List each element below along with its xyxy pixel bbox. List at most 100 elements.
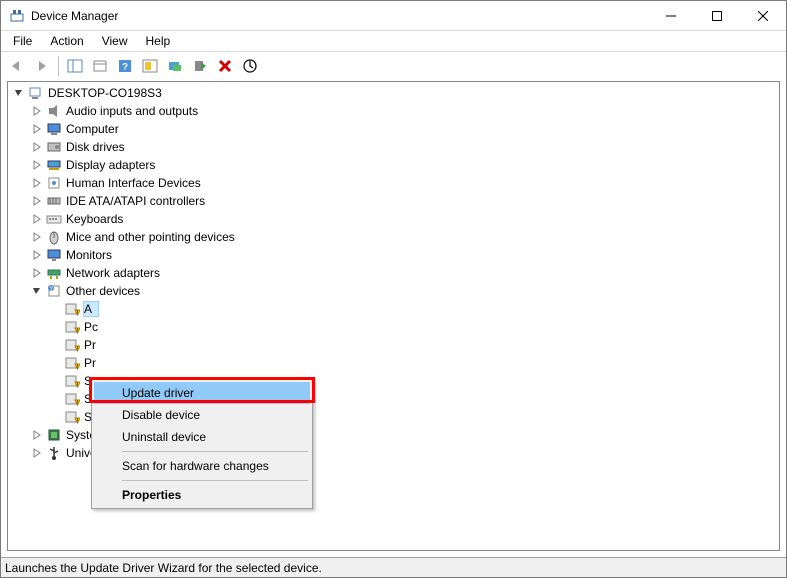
menu-file[interactable]: File: [5, 33, 40, 49]
scan-hardware-icon: [142, 59, 158, 73]
unknown-device-icon: !: [64, 355, 80, 371]
unknown-device-icon: !: [64, 337, 80, 353]
tree-category-label: Display adapters: [66, 158, 161, 172]
unknown-device-icon: !: [64, 319, 80, 335]
no-expander: [48, 410, 62, 424]
device-manager-app-icon: [9, 8, 25, 24]
titlebar: Device Manager: [1, 1, 786, 31]
tree-category[interactable]: IDE ATA/ATAPI controllers: [8, 192, 779, 210]
audio-icon: [46, 103, 62, 119]
tree-category[interactable]: Human Interface Devices: [8, 174, 779, 192]
no-expander: [48, 392, 62, 406]
chevron-right-icon[interactable]: [30, 248, 44, 262]
uninstall-button[interactable]: [213, 54, 237, 78]
close-button[interactable]: [740, 1, 786, 31]
no-expander: [48, 302, 62, 316]
show-hide-tree-button[interactable]: [63, 54, 87, 78]
tree-device-label: A: [84, 302, 98, 316]
tree-category[interactable]: Mice and other pointing devices: [8, 228, 779, 246]
tree-category-label: Disk drives: [66, 140, 131, 154]
show-hide-console-tree-icon: [67, 59, 83, 73]
chevron-right-icon[interactable]: [30, 158, 44, 172]
unknown-device-icon: !: [64, 391, 80, 407]
minimize-button[interactable]: [648, 1, 694, 31]
network-icon: [46, 265, 62, 281]
ide-icon: [46, 193, 62, 209]
window-title: Device Manager: [31, 9, 648, 23]
system-icon: [46, 427, 62, 443]
no-expander: [48, 356, 62, 370]
tree-device[interactable]: ! Pr: [8, 336, 779, 354]
context-menu-disable-device[interactable]: Disable device: [94, 404, 310, 426]
chevron-down-icon[interactable]: [30, 284, 44, 298]
tree-category[interactable]: Computer: [8, 120, 779, 138]
context-menu-update-driver[interactable]: Update driver: [94, 382, 310, 404]
properties-button[interactable]: [88, 54, 112, 78]
chevron-right-icon[interactable]: [30, 194, 44, 208]
tree-category[interactable]: Audio inputs and outputs: [8, 102, 779, 120]
maximize-button[interactable]: [694, 1, 740, 31]
computer-icon: [46, 121, 62, 137]
context-menu-scan-hardware[interactable]: Scan for hardware changes: [94, 455, 310, 477]
chevron-right-icon[interactable]: [30, 104, 44, 118]
chevron-right-icon[interactable]: [30, 212, 44, 226]
statusbar: Launches the Update Driver Wizard for th…: [1, 557, 786, 577]
chevron-right-icon[interactable]: [30, 176, 44, 190]
tree-category-label: Audio inputs and outputs: [66, 104, 204, 118]
tree-category[interactable]: Keyboards: [8, 210, 779, 228]
svg-text:?: ?: [122, 62, 128, 73]
scan-action-button[interactable]: [238, 54, 262, 78]
display-adapter-icon: [46, 157, 62, 173]
chevron-right-icon[interactable]: [30, 230, 44, 244]
tree-device[interactable]: !A: [8, 300, 779, 318]
menu-view[interactable]: View: [94, 33, 136, 49]
forward-icon: [34, 59, 50, 73]
chevron-right-icon[interactable]: [30, 122, 44, 136]
update-driver-button[interactable]: [163, 54, 187, 78]
keyboard-icon: [46, 211, 62, 227]
tree-device-label: Pr: [84, 338, 102, 352]
chevron-right-icon[interactable]: [30, 266, 44, 280]
tree-category-label: IDE ATA/ATAPI controllers: [66, 194, 211, 208]
tree-category[interactable]: Network adapters: [8, 264, 779, 282]
chevron-right-icon[interactable]: [30, 140, 44, 154]
enable-device-button[interactable]: [188, 54, 212, 78]
tree-category[interactable]: ?Other devices: [8, 282, 779, 300]
tree-category-label: Mice and other pointing devices: [66, 230, 241, 244]
usb-icon: [46, 445, 62, 461]
chevron-down-icon[interactable]: [12, 86, 26, 100]
tree-category-label: Human Interface Devices: [66, 176, 207, 190]
help-icon: ?: [117, 58, 133, 74]
tree-root[interactable]: DESKTOP-CO198S3: [8, 84, 779, 102]
no-expander: [48, 320, 62, 334]
hid-icon: [46, 175, 62, 191]
tree-device[interactable]: ! Pr: [8, 354, 779, 372]
help-button[interactable]: ?: [113, 54, 137, 78]
tree-category-label: Network adapters: [66, 266, 166, 280]
tree-category-label: Keyboards: [66, 212, 129, 226]
toolbar-separator: [58, 56, 59, 76]
context-menu-properties[interactable]: Properties: [94, 484, 310, 506]
status-text: Launches the Update Driver Wizard for th…: [5, 561, 322, 575]
menu-action[interactable]: Action: [42, 33, 91, 49]
no-expander: [48, 374, 62, 388]
tree-category[interactable]: Monitors: [8, 246, 779, 264]
tree-device[interactable]: !Pc: [8, 318, 779, 336]
menu-help[interactable]: Help: [138, 33, 179, 49]
tree-category[interactable]: Disk drives: [8, 138, 779, 156]
back-button[interactable]: [5, 54, 29, 78]
chevron-right-icon[interactable]: [30, 428, 44, 442]
context-menu-separator: [122, 480, 308, 481]
context-menu-uninstall-device[interactable]: Uninstall device: [94, 426, 310, 448]
toolbar: ?: [1, 51, 786, 79]
uninstall-icon: [218, 59, 232, 73]
chevron-right-icon[interactable]: [30, 446, 44, 460]
tree-device-label: Pr: [84, 356, 102, 370]
unknown-device-icon: !: [64, 373, 80, 389]
update-driver-icon: [167, 59, 183, 73]
scan-hardware-button[interactable]: [138, 54, 162, 78]
device-manager-window: Device Manager File Action View Help ?: [0, 0, 787, 578]
tree-category[interactable]: Display adapters: [8, 156, 779, 174]
monitor-icon: [46, 247, 62, 263]
forward-button[interactable]: [30, 54, 54, 78]
